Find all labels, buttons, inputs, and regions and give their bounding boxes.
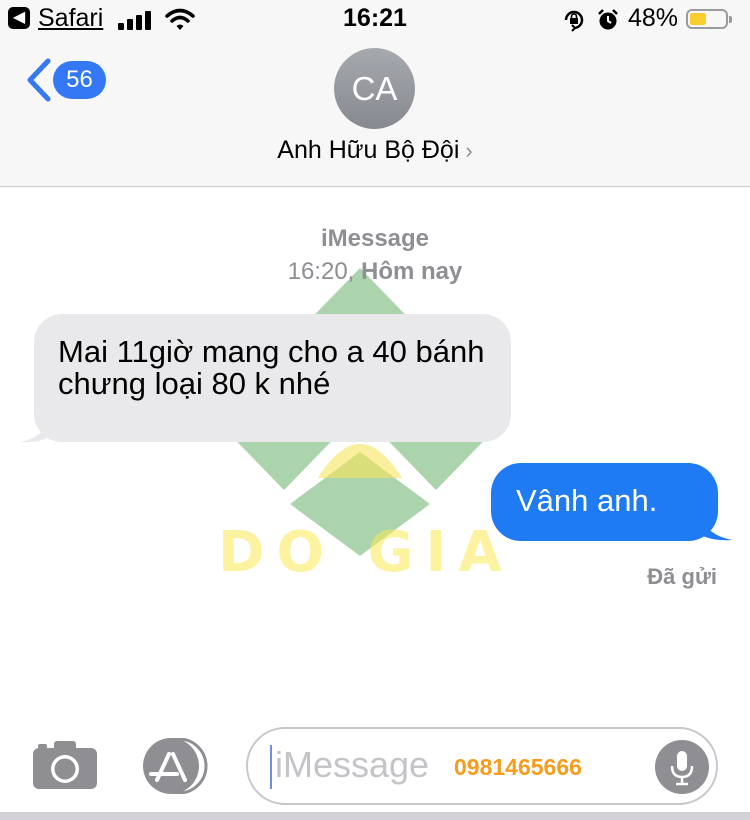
camera-icon[interactable]	[32, 740, 98, 790]
status-bar: ◀ Safari 16:21 48%	[0, 0, 750, 40]
text-cursor	[270, 745, 272, 789]
watermark-sun	[318, 444, 402, 478]
battery-icon	[686, 9, 732, 29]
battery-percentage: 48%	[628, 4, 679, 32]
watermark-phone-number: 0981465666	[454, 754, 582, 780]
incoming-message-bubble[interactable]: Mai 11giờ mang cho a 40 bánh chưng loại …	[34, 314, 511, 442]
unread-count-badge[interactable]: 56	[53, 61, 106, 99]
chevron-right-icon: ›	[465, 138, 473, 163]
watermark-brand-text: DO GIA	[218, 520, 514, 585]
service-label: iMessage	[320, 225, 430, 252]
message-timestamp: 16:20, Hôm nay	[0, 258, 750, 286]
timestamp-time: 16:20,	[287, 258, 355, 285]
chevron-left-icon[interactable]	[22, 57, 56, 103]
orientation-lock-icon	[564, 10, 584, 32]
delivery-status: Đã gửi	[647, 564, 717, 589]
app-store-icon[interactable]	[139, 738, 211, 794]
outgoing-message-bubble[interactable]: Vânh anh.	[491, 463, 718, 541]
timestamp-day: Hôm nay	[361, 258, 463, 285]
microphone-button[interactable]	[655, 740, 709, 794]
bottom-edge	[0, 812, 750, 820]
microphone-icon	[670, 751, 694, 786]
message-input-placeholder: iMessage	[275, 744, 430, 785]
conversation-header: 56 CA Anh Hữu Bộ Đội ›	[0, 40, 750, 187]
contact-name-button[interactable]: Anh Hữu Bộ Đội ›	[0, 136, 750, 165]
contact-name: Anh Hữu Bộ Đội	[277, 136, 460, 164]
alarm-icon	[598, 9, 618, 30]
contact-avatar[interactable]: CA	[334, 48, 415, 129]
